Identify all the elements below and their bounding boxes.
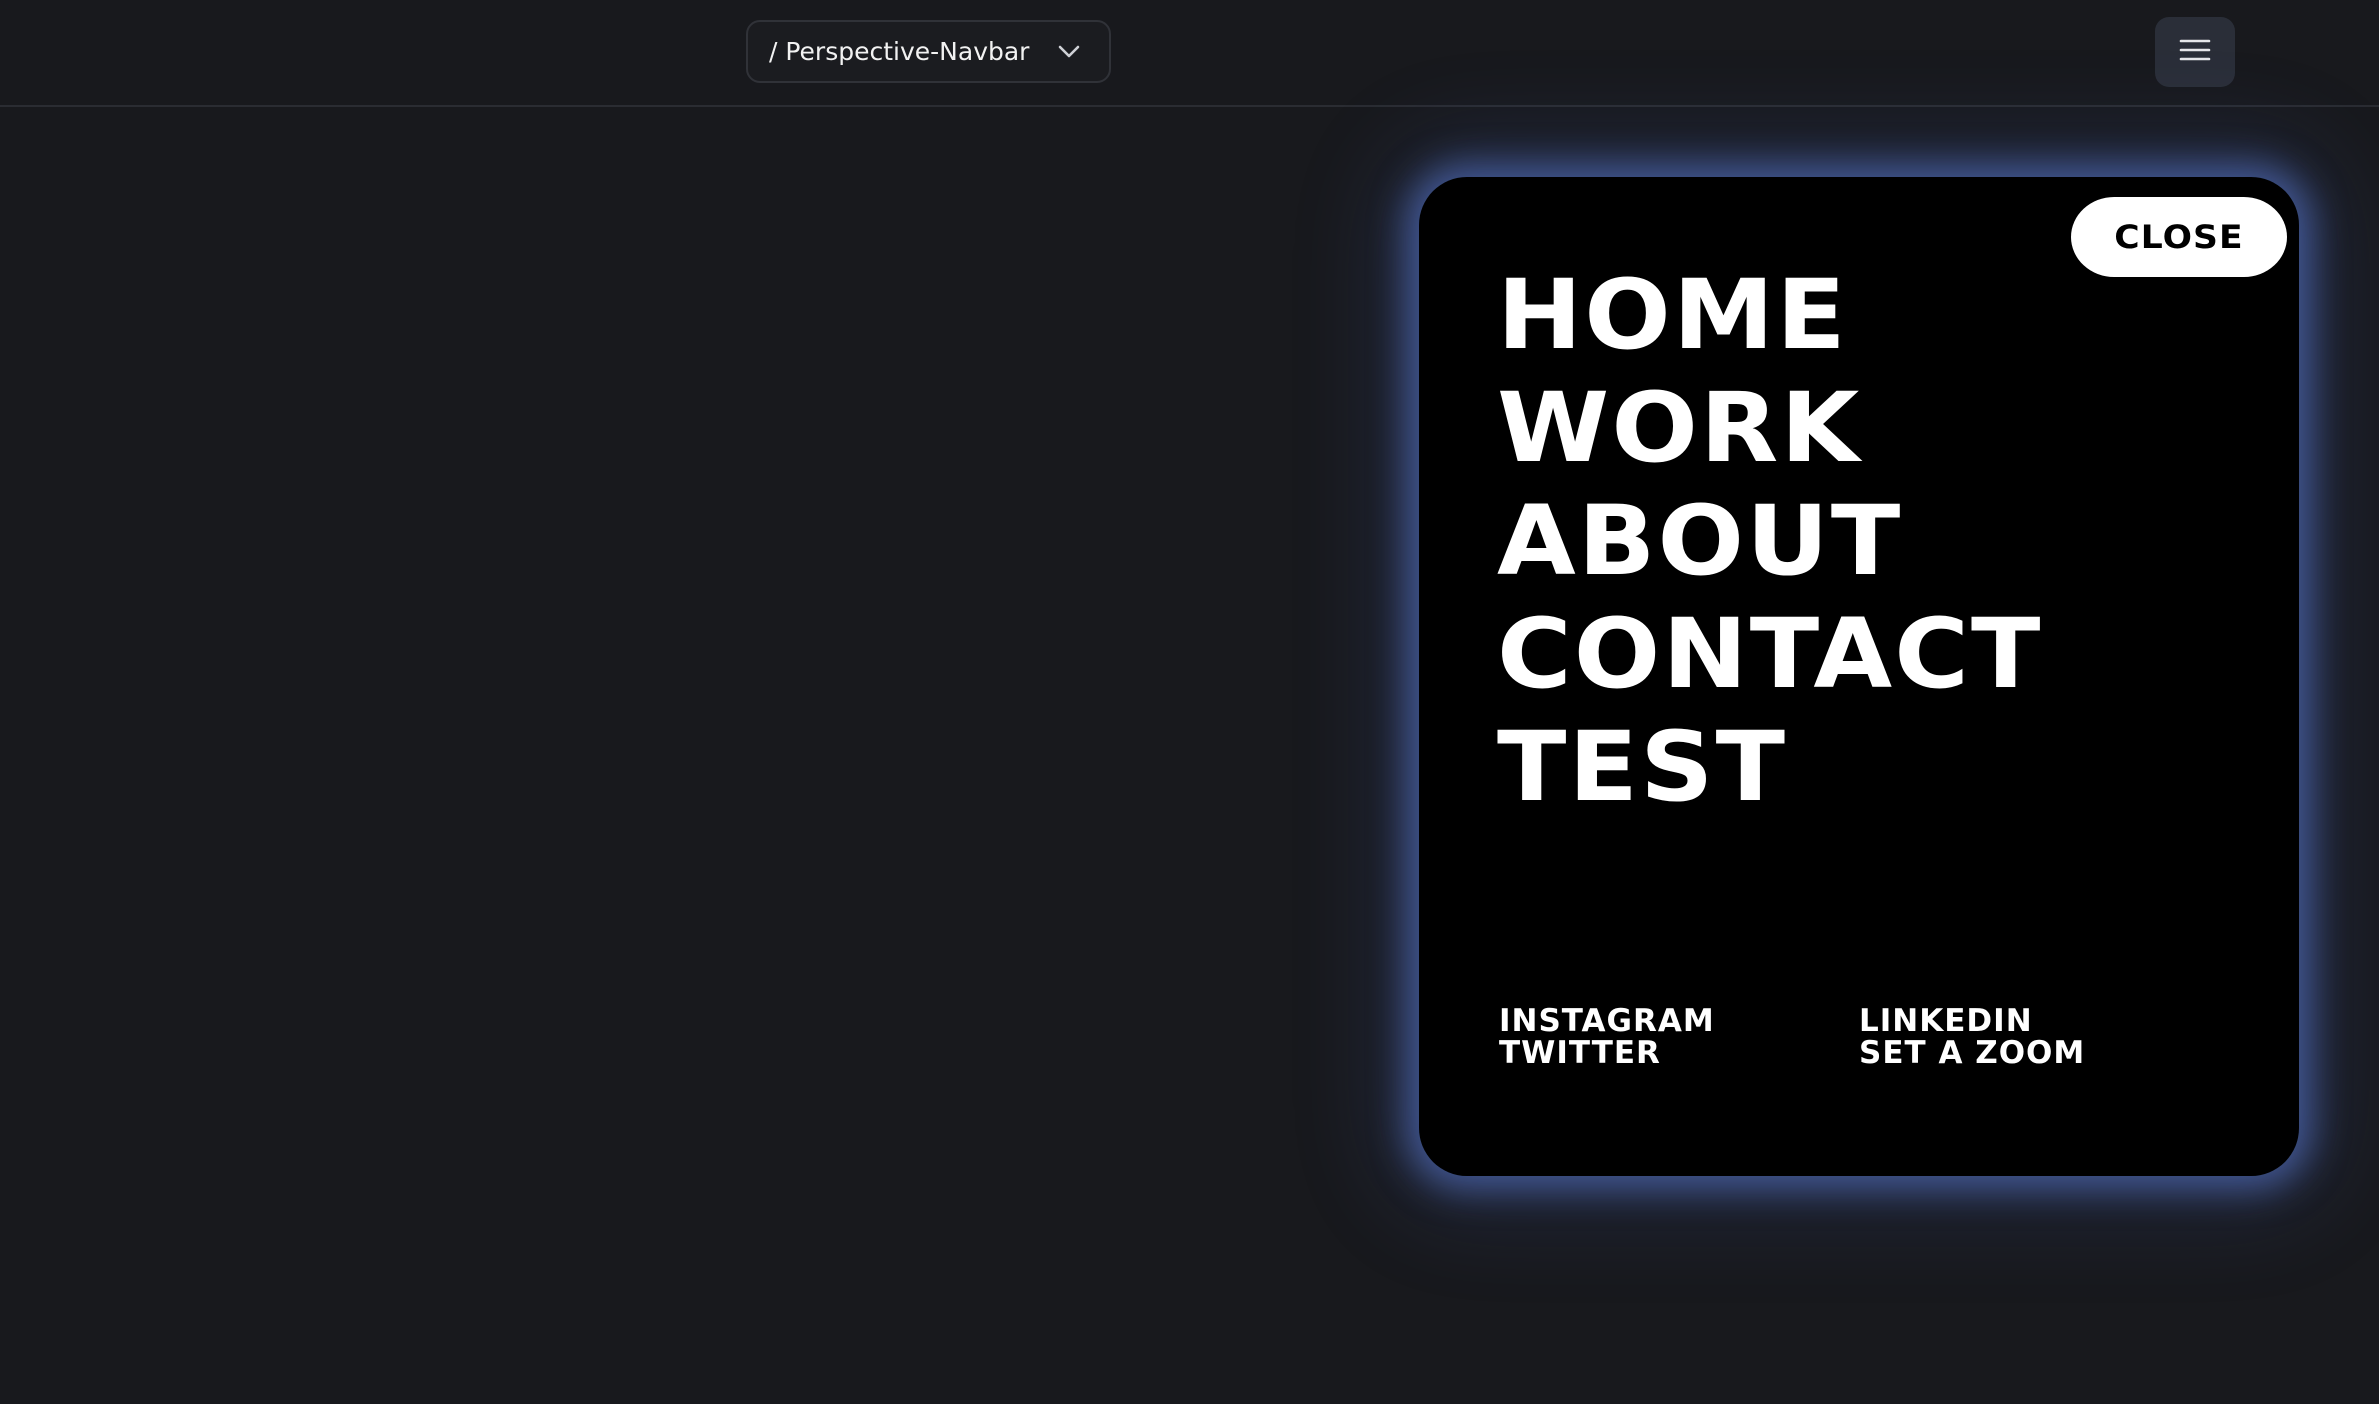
social-link-instagram[interactable]: INSTAGRAM bbox=[1499, 1005, 1715, 1037]
nav-link-test[interactable]: TEST bbox=[1497, 711, 2043, 824]
route-select-label: / Perspective-Navbar bbox=[769, 37, 1030, 66]
social-link-set-a-zoom[interactable]: SET A ZOOM bbox=[1859, 1037, 2085, 1069]
route-select-dropdown[interactable]: / Perspective-Navbar bbox=[746, 20, 1111, 83]
social-links-left: INSTAGRAM TWITTER bbox=[1499, 1005, 1715, 1069]
nav-link-contact[interactable]: CONTACT bbox=[1497, 598, 2043, 711]
main-nav-links: HOME WORK ABOUT CONTACT TEST bbox=[1497, 259, 2040, 824]
chevron-down-icon bbox=[1049, 32, 1089, 72]
close-button[interactable]: CLOSE bbox=[2071, 197, 2287, 277]
social-link-linkedin[interactable]: LINKEDIN bbox=[1859, 1005, 2085, 1037]
social-link-twitter[interactable]: TWITTER bbox=[1499, 1037, 1715, 1069]
top-navbar: / Perspective-Navbar bbox=[0, 0, 2379, 107]
nav-link-work[interactable]: WORK bbox=[1497, 372, 2043, 485]
perspective-menu-panel: CLOSE HOME WORK ABOUT CONTACT TEST INSTA… bbox=[1419, 177, 2299, 1176]
social-links-right: LINKEDIN SET A ZOOM bbox=[1859, 1005, 2085, 1069]
nav-link-about[interactable]: ABOUT bbox=[1497, 485, 2043, 598]
hamburger-menu-icon bbox=[2179, 38, 2211, 67]
hamburger-menu-button[interactable] bbox=[2155, 17, 2235, 87]
nav-link-home[interactable]: HOME bbox=[1497, 259, 2043, 372]
